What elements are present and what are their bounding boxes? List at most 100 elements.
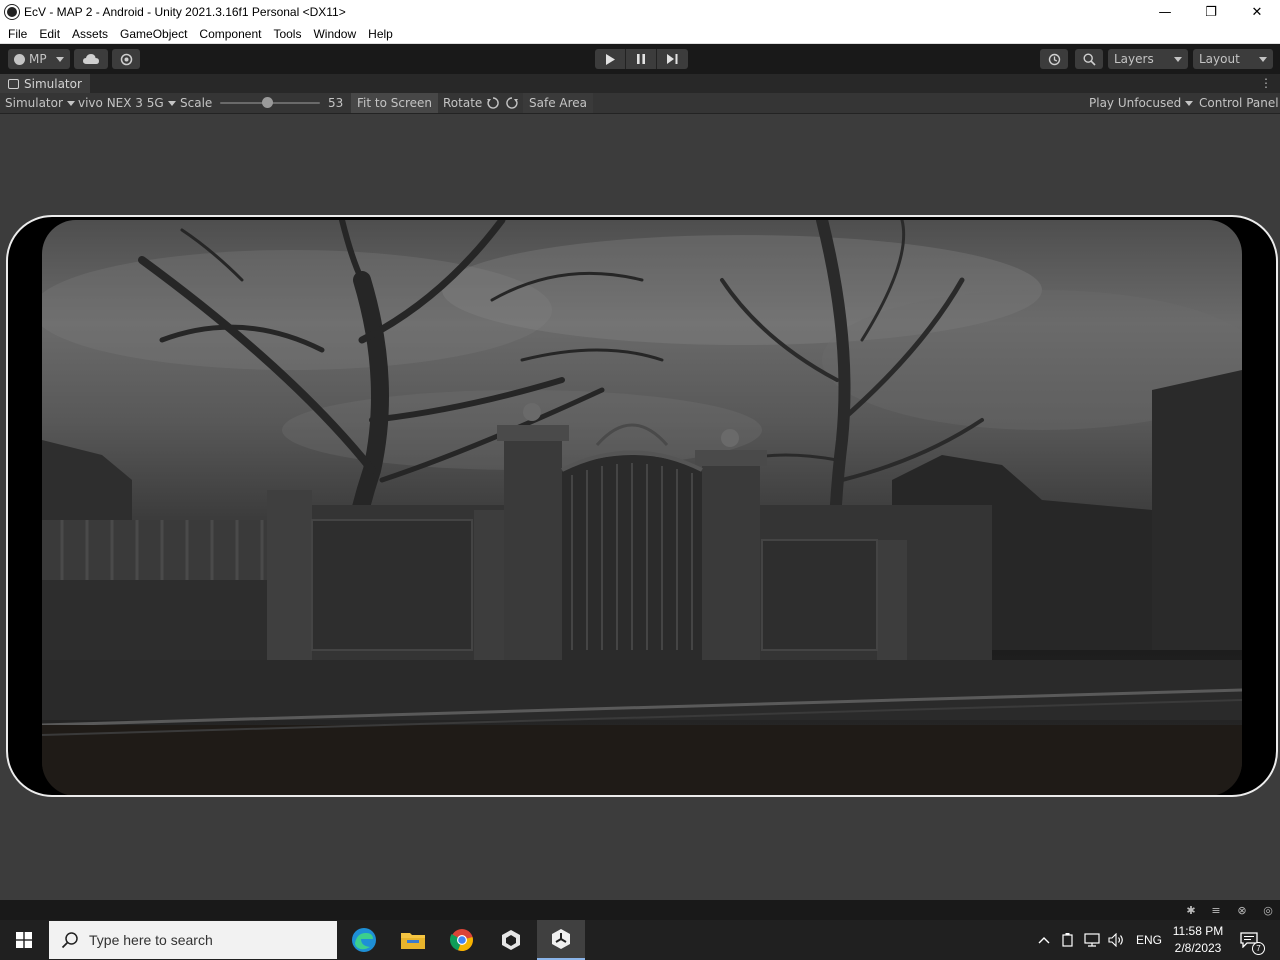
simulator-mode-dropdown[interactable]: Simulator — [5, 93, 75, 113]
device-dropdown[interactable]: vivo NEX 3 5G — [78, 93, 176, 113]
taskbar-file-explorer[interactable] — [389, 920, 437, 960]
menu-edit[interactable]: Edit — [33, 27, 66, 41]
chevron-down-icon — [167, 100, 176, 106]
chrome-icon — [450, 929, 473, 952]
rotate-left-button[interactable] — [486, 93, 500, 113]
edge-icon — [352, 928, 376, 952]
collab-button[interactable] — [112, 49, 140, 69]
notification-badge: 7 — [1252, 942, 1265, 955]
folder-icon — [401, 933, 425, 949]
windows-logo-icon — [16, 932, 32, 948]
chevron-down-icon — [56, 56, 64, 62]
tray-battery-button[interactable] — [1062, 920, 1078, 960]
title-bar: EcV - MAP 2 - Android - Unity 2021.3.16f… — [0, 0, 1280, 24]
pause-button[interactable] — [626, 49, 657, 69]
safe-area-wrapper: Safe Area — [523, 93, 594, 113]
game-scene — [42, 220, 1242, 795]
battery-icon — [1062, 933, 1073, 947]
network-icon — [1084, 933, 1100, 947]
menu-window[interactable]: Window — [307, 27, 362, 41]
unity-icon — [552, 929, 570, 949]
menu-bar: File Edit Assets GameObject Component To… — [0, 24, 1280, 44]
window-controls: — ❐ ✕ — [1142, 0, 1280, 24]
fit-to-screen-wrapper: Fit to Screen — [351, 93, 438, 113]
rotate-left-icon — [487, 97, 499, 109]
auto-generate-lighting-icon[interactable]: ◎ — [1261, 903, 1275, 917]
account-dropdown[interactable]: MP — [8, 49, 70, 69]
scale-value: 53 — [328, 96, 344, 110]
rotate-label: Rotate — [443, 96, 483, 110]
tab-simulator[interactable]: Simulator — [0, 74, 90, 93]
scale-slider-thumb[interactable] — [262, 97, 273, 108]
tray-network-button[interactable] — [1084, 920, 1102, 960]
debug-icon[interactable]: ✱ — [1184, 903, 1198, 917]
main-toolbar: MP Layers Layout — [0, 44, 1280, 74]
play-button[interactable] — [595, 49, 626, 69]
device-frame — [6, 215, 1278, 797]
clock-time: 11:58 PM — [1172, 924, 1224, 938]
clock-date: 2/8/2023 — [1174, 941, 1222, 955]
menu-file[interactable]: File — [0, 27, 33, 41]
taskbar-clock[interactable]: 11:58 PM 2/8/2023 — [1166, 923, 1230, 957]
play-mode-label: Play Unfocused — [1089, 96, 1182, 110]
taskbar-unity-editor[interactable] — [537, 920, 585, 960]
taskbar-search-box[interactable]: Type here to search — [49, 921, 337, 959]
simulator-tab-bar: Simulator ⋮ — [0, 74, 1280, 93]
simulator-viewport — [0, 114, 1280, 900]
restore-button[interactable]: ❐ — [1188, 0, 1234, 24]
game-view-screen[interactable] — [42, 220, 1242, 795]
chevron-down-icon — [1174, 56, 1182, 62]
step-button[interactable] — [657, 49, 688, 69]
menu-assets[interactable]: Assets — [66, 27, 114, 41]
play-icon — [606, 53, 615, 65]
play-mode-dropdown[interactable]: Play Unfocused — [1089, 93, 1194, 113]
simulator-icon — [8, 78, 19, 89]
device-label: vivo NEX 3 5G — [78, 96, 164, 110]
notification-center-button[interactable]: 7 — [1240, 920, 1265, 960]
cache-server-icon[interactable]: ≡ — [1209, 903, 1223, 917]
more-options-icon[interactable]: ⋮ — [1260, 76, 1272, 90]
menu-help[interactable]: Help — [362, 27, 399, 41]
chevron-down-icon — [66, 100, 75, 106]
menu-component[interactable]: Component — [193, 27, 267, 41]
progress-icon[interactable]: ⊗ — [1235, 903, 1249, 917]
taskbar-chrome[interactable] — [438, 920, 486, 960]
cloud-icon — [83, 54, 99, 64]
layout-dropdown[interactable]: Layout — [1193, 49, 1273, 69]
simulator-mode-label: Simulator — [5, 96, 63, 110]
rotate-right-icon — [506, 97, 518, 109]
start-button[interactable] — [0, 920, 48, 960]
layout-label: Layout — [1199, 52, 1240, 66]
chevron-down-icon — [1259, 56, 1267, 62]
unity-logo-icon — [5, 5, 19, 19]
history-button[interactable] — [1040, 49, 1068, 69]
layers-dropdown[interactable]: Layers — [1108, 49, 1188, 69]
search-icon — [61, 932, 78, 949]
taskbar-edge[interactable] — [340, 920, 388, 960]
fit-to-screen-button[interactable]: Fit to Screen — [351, 93, 438, 113]
close-button[interactable]: ✕ — [1234, 0, 1280, 24]
search-icon — [1082, 52, 1096, 66]
playmode-controls — [595, 49, 688, 69]
collab-icon — [120, 53, 132, 65]
step-icon — [667, 54, 678, 64]
cloud-button[interactable] — [74, 49, 108, 69]
window-title: EcV - MAP 2 - Android - Unity 2021.3.16f… — [24, 5, 346, 19]
search-placeholder: Type here to search — [89, 932, 213, 948]
tray-language[interactable]: ENG — [1136, 920, 1162, 960]
control-panel-button[interactable]: Control Panel — [1199, 93, 1279, 113]
taskbar-unity-hub[interactable] — [487, 920, 535, 960]
volume-icon — [1108, 933, 1123, 947]
menu-gameobject[interactable]: GameObject — [114, 27, 193, 41]
rotate-right-button[interactable] — [505, 93, 519, 113]
tray-volume-button[interactable] — [1108, 920, 1126, 960]
account-label: MP — [29, 52, 47, 66]
scale-label: Scale — [180, 96, 213, 110]
search-button[interactable] — [1075, 49, 1103, 69]
menu-tools[interactable]: Tools — [267, 27, 307, 41]
history-icon — [1048, 53, 1060, 65]
safe-area-toggle[interactable]: Safe Area — [523, 93, 594, 113]
minimize-button[interactable]: — — [1142, 0, 1188, 24]
tray-overflow-button[interactable] — [1038, 920, 1054, 960]
windows-taskbar: Type here to search ENG 11:58 PM 2/8/202… — [0, 920, 1280, 960]
